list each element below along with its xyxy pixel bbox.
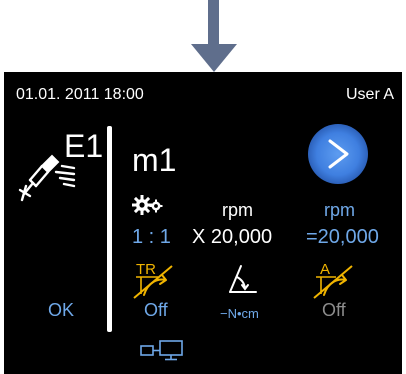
torque-reverse-label: TR bbox=[136, 261, 156, 278]
next-button[interactable] bbox=[308, 124, 368, 184]
torque-reverse-icon: TR bbox=[133, 261, 173, 299]
chevron-right-icon bbox=[328, 139, 349, 169]
angle-torque-icon[interactable] bbox=[226, 262, 260, 296]
down-arrow-icon bbox=[191, 0, 237, 72]
tool-selector[interactable]: E1 bbox=[18, 128, 104, 212]
output-speed-unit: rpm bbox=[324, 200, 355, 220]
program-name: m1 bbox=[132, 142, 177, 178]
output-speed-value[interactable]: =20,000 bbox=[306, 226, 379, 249]
gear-ratio[interactable]: 1 : 1 bbox=[132, 226, 171, 249]
auto-reverse-icon: A bbox=[313, 261, 353, 299]
pc-link-icon[interactable] bbox=[140, 338, 192, 362]
torque-reverse-state: Off bbox=[144, 300, 168, 320]
auto-reverse-label: A bbox=[320, 261, 330, 278]
auto-reverse-state: Off bbox=[322, 300, 346, 320]
gear-icon bbox=[132, 195, 163, 215]
status-datetime: 01.01. 2011 18:00 bbox=[16, 86, 144, 103]
tool-label: E1 bbox=[64, 128, 104, 164]
device-screen: 01.01. 2011 18:00 User A E1 m1 1: 1 rpm… bbox=[4, 72, 402, 374]
status-user: User A bbox=[345, 86, 394, 103]
speed-multiplier: X 20,000 bbox=[192, 226, 273, 248]
ok-button[interactable]: OK bbox=[48, 300, 74, 321]
torque-unit: −N•cm bbox=[220, 306, 259, 321]
motor-speed-unit: rpm bbox=[222, 200, 253, 220]
divider bbox=[107, 126, 112, 332]
auto-reverse-toggle[interactable]: A bbox=[312, 258, 360, 300]
torque-reverse-toggle[interactable]: TR bbox=[132, 258, 180, 300]
